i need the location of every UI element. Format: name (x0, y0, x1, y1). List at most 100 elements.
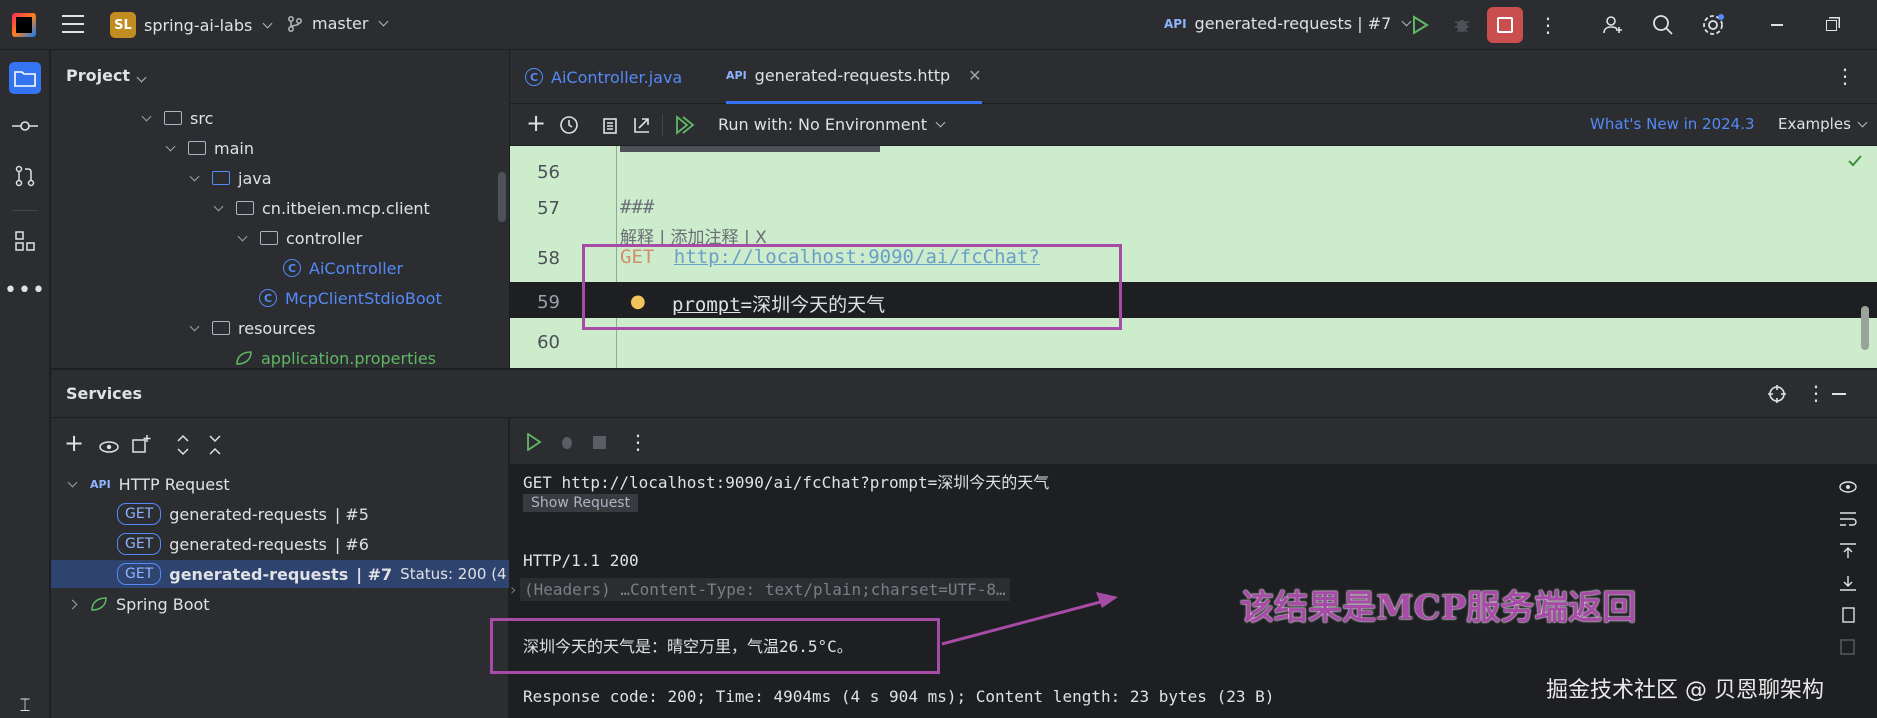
response-footer: Response code: 200; Time: 4904ms (4 s 90… (523, 687, 1275, 706)
scroll-to-end-icon[interactable] (1838, 574, 1858, 592)
collapse-arrow-icon (67, 599, 78, 609)
crosshair-icon[interactable] (1767, 384, 1787, 404)
tree-item-mcpclientstdioboot[interactable]: C McpClientStdioBoot (259, 285, 442, 311)
headers-folded[interactable]: (Headers) …Content-Type: text/plain;char… (520, 578, 1010, 601)
class-icon: C (525, 68, 543, 86)
add-service-icon[interactable]: + (64, 431, 84, 455)
tab-aicontroller[interactable]: C AiController.java (525, 50, 682, 104)
expand-all-icon[interactable] (175, 434, 191, 456)
request-run: | #5 (334, 504, 369, 524)
line-number: 57 (537, 198, 560, 219)
commit-tool-button[interactable] (10, 111, 40, 141)
spring-boot-icon (91, 597, 107, 611)
headers-expand-icon[interactable]: › (510, 580, 516, 599)
folder-icon (188, 141, 206, 155)
intellij-logo-icon[interactable] (12, 13, 36, 37)
scroll-to-top-icon[interactable] (1838, 542, 1858, 560)
more-actions-icon[interactable]: ⋮ (1806, 381, 1826, 405)
terminal-icon[interactable]: ⌶ (10, 690, 40, 718)
eye-icon[interactable] (1838, 480, 1858, 494)
project-panel-title[interactable]: Project (66, 66, 147, 85)
more-actions-icon[interactable]: ⋮ (628, 430, 648, 454)
annotation-caption: 该结果是MCP服务端返回 (1240, 588, 1637, 628)
hide-panel-icon[interactable] (1832, 393, 1846, 395)
tree-item-main[interactable]: main (165, 135, 254, 161)
watermark: 掘金技术社区 @ 贝恩聊架构 (1546, 678, 1824, 703)
run-config-selector[interactable]: API generated-requests | #7 (1164, 14, 1412, 33)
http-toolbar: + Run with: No Environment What's New in… (510, 104, 1877, 146)
project-selector[interactable]: SL spring-ai-labs (110, 12, 273, 38)
copy-icon[interactable] (600, 115, 620, 135)
project-panel: Project src main java cn.itbeien.mcp.cli… (51, 50, 509, 370)
rerun-icon[interactable] (526, 433, 542, 451)
git-branch-icon (288, 15, 302, 32)
stop-button[interactable] (1487, 7, 1523, 43)
more-actions-icon[interactable]: ⋮ (1536, 13, 1560, 37)
tree-item-resources[interactable]: resources (189, 315, 316, 341)
tool-window-strip: ••• ⌶ (0, 50, 50, 718)
tab-actions-icon[interactable]: ⋮ (1835, 64, 1855, 88)
show-request-button[interactable]: Show Request (523, 494, 639, 512)
soft-wrap-icon[interactable] (1838, 510, 1858, 528)
expand-arrow-icon (213, 201, 224, 211)
divider (662, 114, 663, 136)
divider (12, 210, 38, 211)
tree-item-aicontroller[interactable]: C AiController (283, 255, 403, 281)
expand-arrow-icon (237, 231, 248, 241)
search-button[interactable] (1650, 12, 1676, 38)
tree-item-request-5[interactable]: GET generated-requests | #5 (51, 500, 509, 528)
git-tool-button[interactable] (10, 161, 40, 191)
branch-selector[interactable]: master (286, 14, 389, 33)
tree-item-package[interactable]: cn.itbeien.mcp.client (213, 195, 430, 221)
tree-item-spring-boot[interactable]: Spring Boot (51, 590, 509, 618)
collapse-all-icon[interactable] (207, 434, 223, 456)
no-problems-check-icon[interactable] (1847, 154, 1863, 168)
new-group-icon[interactable] (131, 434, 151, 454)
tree-item-controller[interactable]: controller (237, 225, 362, 251)
settings-button[interactable] (1700, 12, 1726, 38)
tab-generated-requests[interactable]: API generated-requests.http ✕ (726, 50, 982, 104)
status-line-output: HTTP/1.1 200 (523, 551, 639, 570)
tree-item-java[interactable]: java (189, 165, 272, 191)
close-tab-icon[interactable]: ✕ (968, 66, 981, 85)
restore-button[interactable] (1818, 12, 1844, 38)
chevron-down-icon (378, 16, 389, 27)
tree-item-src[interactable]: src (141, 105, 213, 131)
scrollbar[interactable] (1861, 306, 1869, 350)
tree-label: Spring Boot (116, 594, 210, 614)
tree-item-http-request[interactable]: API HTTP Request (51, 470, 509, 498)
debug-button[interactable] (1450, 13, 1474, 37)
environment-selector[interactable]: No Environment (798, 115, 946, 134)
convert-icon[interactable] (632, 115, 652, 135)
code-editor[interactable]: 56 57 ### 解释 | 添加注释 | X 58 GET http://lo… (510, 146, 1877, 368)
run-button[interactable] (1408, 13, 1432, 37)
debug-icon[interactable] (558, 433, 576, 451)
minimize-icon (1771, 24, 1783, 26)
structure-tool-button[interactable] (10, 226, 40, 256)
add-request-icon[interactable]: + (526, 111, 546, 135)
minimize-button[interactable] (1764, 12, 1790, 38)
project-tool-button[interactable] (9, 62, 41, 94)
tree-label: main (214, 138, 254, 158)
history-icon[interactable] (559, 115, 579, 135)
more-tools-icon[interactable]: ••• (4, 275, 45, 305)
search-icon (1653, 15, 1673, 35)
examples-dropdown[interactable]: Examples (1778, 115, 1868, 133)
expand-arrow-icon (67, 477, 78, 487)
run-all-icon[interactable] (674, 115, 696, 135)
tree-item-request-6[interactable]: GET generated-requests | #6 (51, 530, 509, 558)
copy-icon[interactable] (1838, 606, 1858, 624)
expand-arrow-icon (189, 171, 200, 181)
add-user-button[interactable] (1600, 12, 1626, 38)
stop-icon[interactable] (593, 436, 606, 449)
method-badge: GET (117, 563, 162, 585)
clear-icon[interactable] (1838, 638, 1858, 656)
main-menu-icon[interactable] (62, 15, 84, 33)
tree-item-request-7[interactable]: GET generated-requests | #7 Status: 200 … (51, 560, 509, 588)
code-separator: ### (620, 196, 655, 218)
whats-new-link[interactable]: What's New in 2024.3 (1590, 115, 1755, 133)
scrollbar[interactable] (498, 172, 506, 222)
eye-icon[interactable] (98, 440, 120, 454)
method-badge: GET (117, 503, 162, 525)
tree-label: application.properties (261, 348, 436, 368)
